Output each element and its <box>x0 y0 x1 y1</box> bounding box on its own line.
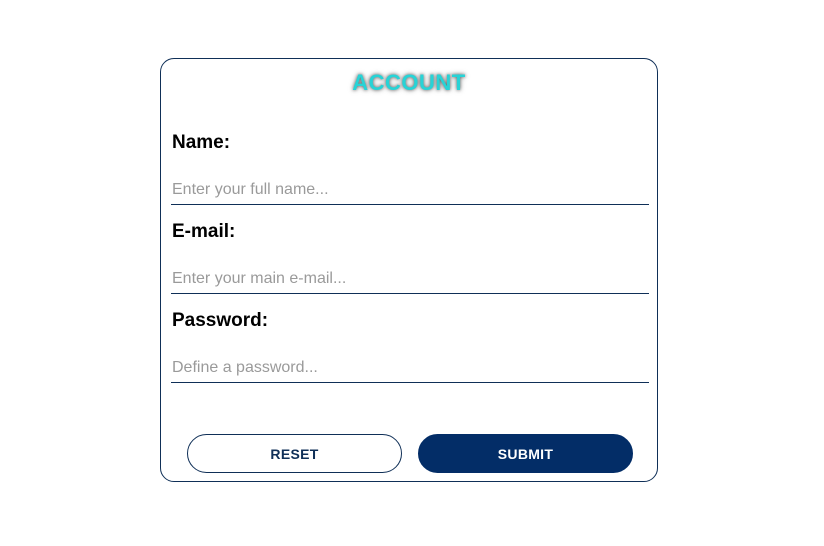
password-input[interactable] <box>171 353 649 383</box>
password-label: Password: <box>172 310 269 331</box>
account-form-card: ACCOUNT Name: E-mail: Password: RESET SU… <box>160 58 658 482</box>
email-label: E-mail: <box>172 221 236 242</box>
email-input[interactable] <box>171 264 649 294</box>
name-label: Name: <box>172 132 231 153</box>
name-input[interactable] <box>171 175 649 205</box>
submit-button[interactable]: SUBMIT <box>418 434 633 473</box>
form-title: ACCOUNT <box>352 70 466 95</box>
reset-button[interactable]: RESET <box>187 434 402 473</box>
